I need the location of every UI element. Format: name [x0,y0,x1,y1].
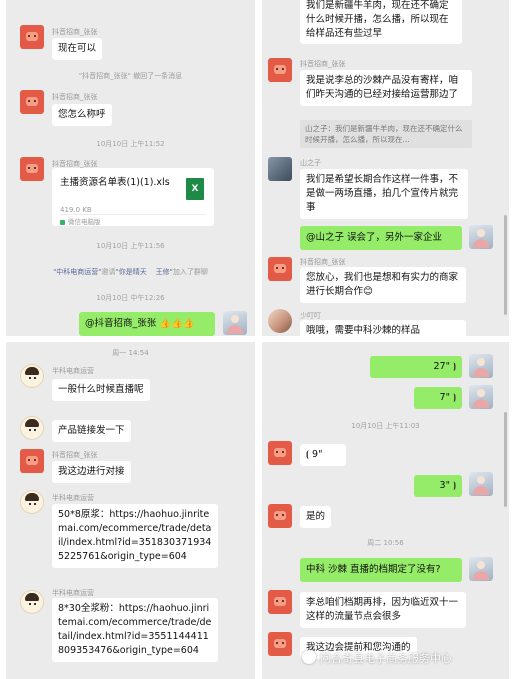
file-source-label: 微信电脑版 [68,218,101,226]
chat-panel-bottom-right[interactable]: 27" ⦘ 7" ⦘ 10月10日 上午11:03 ⦗ 9" 3" ⦘ 是的 周… [262,342,509,679]
avatar[interactable] [268,504,292,528]
my-avatar[interactable] [469,557,493,581]
message-bubble[interactable]: 哦哦，需要中科沙棘的样品 [300,320,466,336]
join-text: 加入了群聊 [172,268,208,276]
sender-name: 抖音招商_张张 [300,60,346,68]
my-message-bubble[interactable]: @抖音招商_张张 👍👍👍 [79,312,215,336]
my-message-bubble[interactable]: 中科 沙棘 直播的档期定了没有? [300,558,462,582]
sender-name: 半科电商运营 [52,589,94,597]
quoted-message[interactable]: 山之子：我们是新疆牛羊肉，现在还不确定什么时候开播，怎么播，所以现在... [300,120,472,148]
voice-wave-icon: ⦘ [453,393,456,403]
sender-name: 半科电商运营 [52,494,94,502]
my-avatar[interactable] [469,354,493,378]
avatar[interactable] [20,25,44,49]
my-message-bubble[interactable]: @山之子 误会了，另外一家企业 [300,226,462,250]
message-bubble[interactable]: 您放心，我们也是想和有实力的商家进行长期合作😊 [300,267,466,303]
excel-file-icon: X [186,178,204,200]
wechat-pc-icon [60,219,65,225]
message-bubble[interactable]: 我们是希望长期合作这样一件事，不是做一两场直播，拍几个宣传片就完事 [300,169,468,219]
timestamp: 10月10日 上午11:52 [96,140,165,148]
timestamp: 10月10日 中午12:26 [96,294,165,302]
scrollbar[interactable] [504,215,507,315]
avatar[interactable] [20,449,44,473]
avatar[interactable] [20,490,44,514]
inviter-link[interactable]: "中科电商运营" [53,268,101,276]
invitee-link-2[interactable]: 王修" [156,268,173,276]
avatar[interactable] [268,257,292,281]
file-message-card[interactable]: 主播资源名单表(1)(1).xls 419.0 KB X 微信电脑版 [52,168,214,226]
divider [60,214,206,215]
file-name: 主播资源名单表(1)(1).xls [60,177,170,188]
avatar[interactable] [20,90,44,114]
timestamp: 10月10日 上午11:03 [351,422,420,430]
watermark-logo-icon [302,650,316,664]
avatar[interactable] [268,58,292,82]
avatar[interactable] [268,632,292,656]
voice-message[interactable]: 7" ⦘ [414,387,462,409]
join-notice: "中科电商运营"邀请"你是晴天 王修"加入了群聊 [6,267,255,277]
chat-panel-bottom-left[interactable]: 周一 14:54 半科电商运营 一般什么时候直播呢 产品链接发一下 抖音招商_张… [6,342,255,679]
message-bubble[interactable]: 李总咱们档期再排，因为临近双十一这样的流量节点会很多 [300,592,466,628]
message-bubble[interactable]: 我们是新疆牛羊肉，现在还不确定什么时候开播，怎么播，所以现在给样品还有些过早 [300,0,462,44]
voice-duration: 9" [312,449,323,460]
link-message-bubble[interactable]: 8*30全浆粉：https://haohuo.jinritemai.com/ec… [52,598,218,662]
voice-duration: 7" [439,392,450,403]
voice-message[interactable]: 3" ⦘ [414,475,462,497]
message-bubble[interactable]: 我这边进行对接 [52,461,131,483]
chat-panel-top-left[interactable]: 抖音招商_张张 现在可以 "抖音招商_张张" 撤回了一条消息 抖音招商_张张 您… [6,0,255,336]
watermark-text: 阿合奇县电子商务服务中心 [320,652,452,665]
message-bubble[interactable]: 是的 [300,506,332,528]
file-source: 微信电脑版 [60,216,101,226]
message-bubble[interactable]: 一般什么时候直播呢 [52,379,150,401]
message-bubble[interactable]: 产品链接发一下 [52,420,131,442]
avatar[interactable] [20,157,44,181]
chat-panel-top-right[interactable]: 我们是新疆牛羊肉，现在还不确定什么时候开播，怎么播，所以现在给样品还有些过早 抖… [262,0,509,336]
avatar[interactable] [268,590,292,614]
sender-name: 山之子 [300,159,321,167]
message-bubble[interactable]: 您怎么称呼 [52,104,112,126]
voice-wave-icon: ⦘ [453,362,456,372]
my-avatar[interactable] [469,225,493,249]
my-avatar[interactable] [223,311,247,335]
sender-name: 抖音招商_张张 [52,28,98,36]
file-size: 419.0 KB [60,206,92,214]
link-message-bubble[interactable]: 50*8原浆：https://haohuo.jinritemai.com/eco… [52,504,218,568]
timestamp: 周一 14:54 [112,349,149,357]
voice-message[interactable]: 27" ⦘ [370,356,462,378]
timestamp: 周二 10:56 [367,539,404,547]
my-avatar[interactable] [469,385,493,409]
sender-name: 抖音招商_张张 [300,258,346,266]
sender-name: 抖音招商_张张 [52,93,98,101]
avatar[interactable] [20,364,44,388]
voice-wave-icon: ⦗ [306,450,309,460]
message-bubble[interactable]: 现在可以 [52,38,103,60]
voice-message[interactable]: ⦗ 9" [300,444,346,466]
voice-wave-icon: ⦘ [453,481,456,491]
sender-name: 抖音招商_张张 [52,451,98,459]
my-avatar[interactable] [469,472,493,496]
scrollbar[interactable] [504,412,507,507]
sender-name: 半科电商运营 [52,367,94,375]
timestamp: 10月10日 上午11:56 [96,242,165,250]
voice-duration: 27" [433,361,450,372]
avatar[interactable] [268,441,292,465]
voice-duration: 3" [439,480,450,491]
avatar[interactable] [268,157,292,181]
recall-notice: "抖音招商_张张" 撤回了一条消息 [78,72,183,80]
avatar[interactable] [20,590,44,614]
message-bubble[interactable]: 我是说李总的沙棘产品没有寄样，咱们昨天沟通的已经对接给运营那边了 [300,70,472,106]
avatar[interactable] [20,416,44,440]
invitee-link[interactable]: "你是晴天 [116,268,147,276]
avatar[interactable] [268,309,292,333]
invite-text: 邀请 [101,268,116,276]
